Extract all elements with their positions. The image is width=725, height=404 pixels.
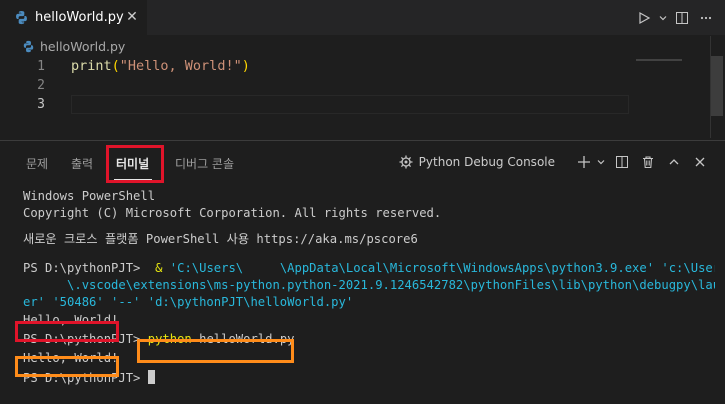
editor-tab-bar: helloWorld.py ✕ [0,0,725,35]
tab-debug-console[interactable]: 디버그 콘솔 [175,155,234,172]
output-highlight-red [15,321,119,342]
terminal-line: 새로운 크로스 플랫폼 PowerShell 사용 https://aka.ms… [23,231,418,246]
split-terminal-icon[interactable] [611,151,633,173]
editor-scrollbar[interactable] [711,56,723,116]
chevron-down-icon[interactable] [657,7,669,29]
command-highlight-orange [137,339,294,363]
call-operator: & [147,260,170,275]
current-code-line[interactable] [71,95,629,114]
line-number: 1 [37,59,45,74]
tab-output[interactable]: 출력 [71,155,93,172]
play-icon[interactable] [633,7,655,29]
paren-token: ( [111,58,120,74]
terminal-command-line: PS D:\pythonPJT> python helloWorld.py [23,331,715,348]
split-editor-icon[interactable] [671,7,693,29]
string-token: "Hello, World!" [119,58,242,74]
more-icon[interactable] [695,7,717,29]
add-terminal-icon[interactable] [573,151,595,173]
exe-path: 'C:\Users\ \AppData\Local\Microsoft\Wind… [169,260,655,275]
tab-problems[interactable]: 문제 [26,155,48,172]
python-file-icon [23,40,34,52]
terminal-command-line: PS D:\pythonPJT> [23,369,715,387]
line-number: 3 [37,97,45,112]
line-number: 2 [37,78,45,93]
breadcrumb[interactable]: helloWorld.py [22,37,125,55]
close-icon[interactable] [689,151,711,173]
terminal-command-line: PS D:\pythonPJT> & 'C:\Users\ \AppData\L… [23,260,715,277]
code-editor[interactable]: print("Hello, World!") [71,57,629,114]
breadcrumb-filename: helloWorld.py [40,38,126,54]
code-line[interactable]: print("Hello, World!") [71,57,629,76]
function-token: print [71,58,112,74]
output-highlight-orange [15,356,119,377]
line-number-gutter: 1 2 3 [0,57,55,114]
terminal-output-line: Hello, World! [23,312,119,327]
terminal-output[interactable]: Windows PowerShell Copyright (C) Microso… [23,188,715,387]
editor-actions [633,0,717,35]
terminal-line: Windows PowerShell [23,189,156,203]
chevron-down-icon[interactable] [595,151,607,173]
arg-path: 'c:\Users\ [661,260,715,275]
code-line[interactable] [71,76,629,95]
terminal-output-line: Hello, World! [23,351,119,366]
maximize-icon[interactable] [663,151,685,173]
paren-token: ) [241,58,250,74]
bottom-panel: 문제 출력 터미널 디버그 콘솔 Python Debug Console Wi… [0,140,725,404]
terminal-wrapped-line: \.vscode\extensions\ms-python.python-202… [23,278,715,293]
debug-gear-icon [399,155,413,169]
terminal-wrapped-line: er' '50486' '--' 'd:\pythonPJT\helloWorl… [23,295,354,310]
terminal-tab-highlight [106,145,164,183]
terminal-name: Python Debug Console [418,155,555,169]
close-icon[interactable]: ✕ [124,9,140,25]
python-file-icon [16,10,27,25]
trash-icon[interactable] [637,151,659,173]
tab-helloworld[interactable]: helloWorld.py ✕ [0,0,147,35]
terminal-cursor [147,369,155,384]
panel-actions: Python Debug Console [398,150,711,174]
terminal-prompt: PS D:\pythonPJT> [23,260,148,275]
terminal-selector[interactable]: Python Debug Console [398,154,555,170]
terminal-line: Copyright (C) Microsoft Corporation. All… [23,206,442,221]
minimap[interactable] [636,59,682,61]
tab-label: helloWorld.py [35,10,124,25]
